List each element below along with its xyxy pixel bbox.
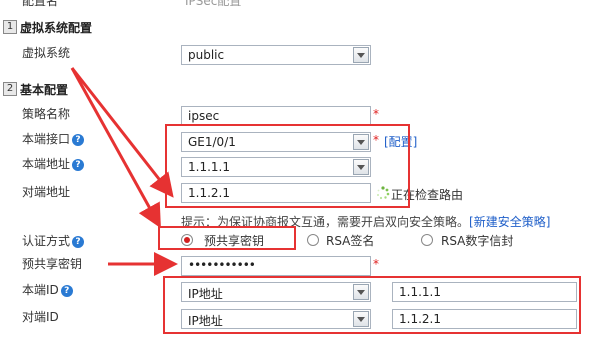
annotation-arrows [70,67,178,276]
arrow-to-auth [70,67,161,229]
arrow-to-addresses [70,67,174,198]
